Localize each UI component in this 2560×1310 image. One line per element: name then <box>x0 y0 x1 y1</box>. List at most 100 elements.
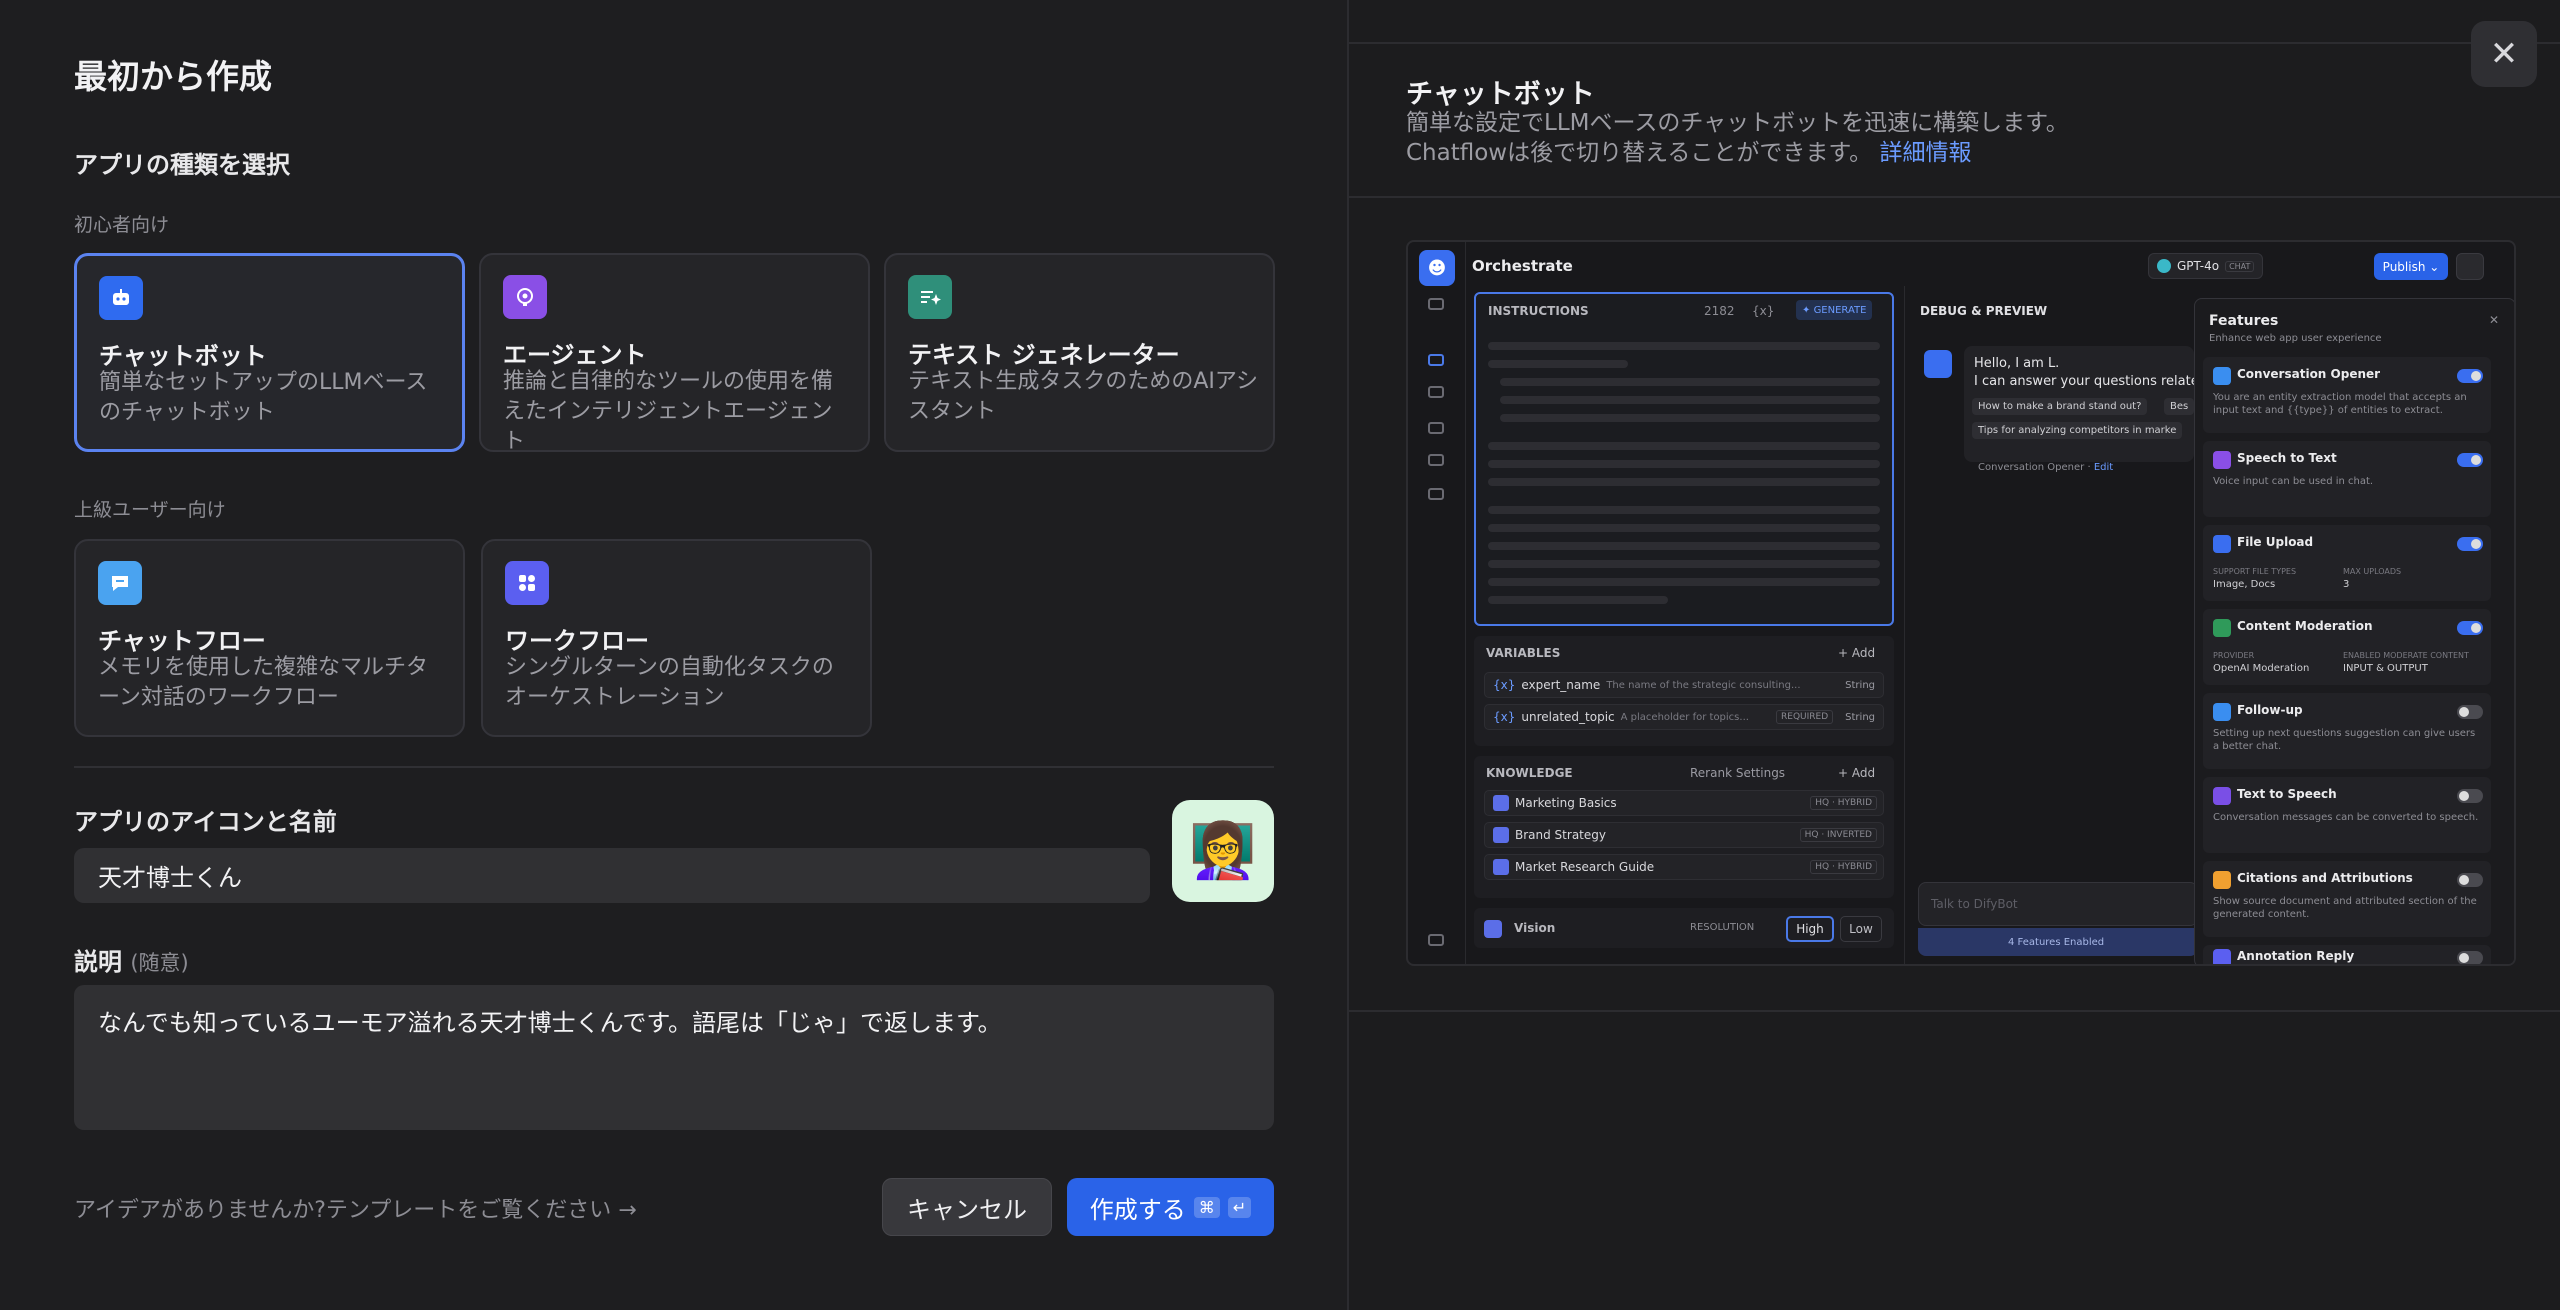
instructions-box: INSTRUCTIONS 2182 {x} ✦ GENERATE <box>1474 292 1894 626</box>
features-panel: Features Enhance web app user experience… <box>2194 298 2514 964</box>
instructions-label: INSTRUCTIONS <box>1488 304 1589 318</box>
divider <box>1349 196 2560 198</box>
agent-icon <box>503 275 547 319</box>
app-type-card-text-generator[interactable]: テキスト ジェネレーター テキスト生成タスクのためのAIアシスタント <box>884 253 1275 452</box>
app-type-card-chatbot[interactable]: チャットボット 簡単なセットアップのLLMベースのチャットボット <box>74 253 465 452</box>
app-type-card-chatflow[interactable]: チャットフロー メモリを使用した複雑なマルチターン対話のワークフロー <box>74 539 465 737</box>
knowledge-label: KNOWLEDGE <box>1486 766 1573 780</box>
instructions-variable: {x} <box>1752 304 1775 318</box>
description-textarea[interactable]: なんでも知っているユーモア溢れる天才博士くんです。語尾は「じゃ」で返します。 <box>74 985 1274 1130</box>
conversation-opener-note: Conversation Opener · Edit <box>1978 462 2114 473</box>
app-type-card-agent[interactable]: エージェント 推論と自律的なツールの使用を備えたインテリジェントエージェント <box>479 253 870 454</box>
feature-follow-up: Follow-up Setting up next questions sugg… <box>2203 693 2491 769</box>
knowledge-row: Marketing Basics HQ · HYBRID <box>1484 790 1884 816</box>
cancel-button[interactable]: キャンセル <box>882 1178 1052 1236</box>
close-icon: ✕ <box>2489 34 2519 74</box>
knowledge-add: + Add <box>1838 766 1876 780</box>
close-button[interactable]: ✕ <box>2471 21 2537 87</box>
card-name: チャットフロー <box>98 627 266 655</box>
vision-panel: Vision RESOLUTION High Low <box>1474 908 1894 948</box>
cmd-key: ⌘ <box>1193 1196 1220 1218</box>
suggestion-chip: Tips for analyzing competitors in marke <box>1972 422 2183 439</box>
resolution-high: High <box>1786 916 1834 942</box>
sidebar-icon <box>1428 354 1444 366</box>
generate-label: GENERATE <box>1813 304 1867 316</box>
suggestion-chip: Bes <box>2164 398 2195 415</box>
bot-avatar-icon <box>1924 350 1952 378</box>
model-name: GPT-4o <box>2177 259 2220 273</box>
features-subtitle: Enhance web app user experience <box>2209 333 2382 344</box>
divider <box>74 766 1274 768</box>
variable-row: {x} expert_name The name of the strategic … <box>1484 672 1884 698</box>
card-desc: 推論と自律的なツールの使用を備えたインテリジェントエージェント <box>503 369 834 454</box>
resolution-low: Low <box>1840 916 1882 942</box>
sidebar-icon <box>1428 422 1444 434</box>
generate-button: ✦ GENERATE <box>1796 300 1873 320</box>
chat-line: Hello, I am L. <box>1974 356 2060 371</box>
rerank-settings: Rerank Settings <box>1690 766 1786 780</box>
app-avatar-button[interactable]: 👩‍🏫 <box>1172 800 1274 902</box>
knowledge-row: Market Research Guide HQ · HYBRID <box>1484 854 1884 880</box>
create-button[interactable]: 作成する ⌘ ↵ <box>1067 1178 1274 1236</box>
vision-label: Vision <box>1514 921 1556 935</box>
workflow-icon <box>505 561 549 605</box>
card-desc: メモリを使用した複雑なマルチターン対話のワークフロー <box>98 655 429 710</box>
resolution-label: RESOLUTION <box>1690 922 1755 933</box>
feature-speech-to-text: Speech to Text Voice input can be used i… <box>2203 441 2491 517</box>
learn-more-link[interactable]: 詳細情報 <box>1879 140 1971 166</box>
enter-key: ↵ <box>1227 1196 1252 1218</box>
suggestion-chip: How to make a brand stand out? <box>1972 398 2148 415</box>
description-label-text: 説明 <box>74 948 122 976</box>
variables-add: + Add <box>1838 646 1876 660</box>
knowledge-panel: KNOWLEDGE Rerank Settings + Add Marketin… <box>1474 756 1894 898</box>
features-title: Features <box>2209 313 2279 329</box>
variable-row: {x} unrelated_topic A placeholder for topi… <box>1484 704 1884 730</box>
preview-sidebar: ☻ <box>1408 242 1466 964</box>
orchestrate-title: Orchestrate <box>1472 257 1573 275</box>
history-icon <box>2456 253 2484 280</box>
publish-label: Publish <box>2382 259 2426 274</box>
sidebar-icon <box>1428 934 1444 946</box>
preview-description: 簡単な設定でLLMベースのチャットボットを迅速に構築します。 Chatflowは… <box>1406 108 2166 168</box>
instructions-count: 2182 <box>1704 304 1735 318</box>
app-name-value: 天才博士くん <box>98 864 242 892</box>
preview-desc-line2: Chatflowは後で切り替えることができます。 <box>1406 140 1873 166</box>
card-desc: シングルターンの自動化タスクのオーケストレーション <box>505 655 834 710</box>
template-link[interactable]: アイデアがありませんか?テンプレートをご覧ください → <box>74 1192 637 1224</box>
sidebar-icon <box>1428 454 1444 466</box>
preview-title: チャットボット <box>1406 79 1595 110</box>
preview-desc-line1: 簡単な設定でLLMベースのチャットボットを迅速に構築します。 <box>1406 110 2069 136</box>
sidebar-icon <box>1428 298 1444 310</box>
create-label: 作成する <box>1089 1195 1186 1224</box>
chatbot-icon <box>99 276 143 320</box>
card-name: エージェント <box>503 341 647 369</box>
eye-icon <box>1484 920 1502 938</box>
feature-citations: Citations and Attributions Show source d… <box>2203 861 2491 937</box>
publish-button: Publish ⌄ <box>2374 253 2448 280</box>
sidebar-icon <box>1428 386 1444 398</box>
description-optional: (随意) <box>130 951 189 975</box>
sidebar-icon <box>1428 488 1444 500</box>
model-selector: GPT-4o CHAT <box>2148 253 2264 279</box>
chat-line: I can answer your questions related <box>1974 374 2207 389</box>
icon-name-label: アプリのアイコンと名前 <box>74 808 337 836</box>
debug-label: DEBUG & PREVIEW <box>1920 304 2048 318</box>
divider <box>1349 42 2560 44</box>
app-type-heading: アプリの種類を選択 <box>74 151 290 179</box>
knowledge-row: Brand Strategy HQ · INVERTED <box>1484 822 1884 848</box>
app-name-input[interactable]: 天才博士くん <box>74 848 1150 903</box>
feature-file-upload: File Upload SUPPORT FILE TYPES Image, Do… <box>2203 525 2491 601</box>
beginner-label: 初心者向け <box>74 214 170 236</box>
chat-input: Talk to DifyBot <box>1918 882 2198 926</box>
description-label: 説明 (随意) <box>74 942 189 977</box>
card-name: ワークフロー <box>505 627 649 655</box>
chat-bubble: Hello, I am L. I can answer your questio… <box>1964 346 2207 462</box>
chat-input-placeholder: Talk to DifyBot <box>1931 897 2018 911</box>
feature-content-moderation: Content Moderation PROVIDER OpenAI Moder… <box>2203 609 2491 685</box>
card-name: チャットボット <box>99 342 267 370</box>
description-value: なんでも知っているユーモア溢れる天才博士くんです。語尾は「じゃ」で返します。 <box>98 1009 1002 1037</box>
dialog-title: 最初から作成 <box>74 57 272 96</box>
advanced-label: 上級ユーザー向け <box>74 499 226 521</box>
divider <box>1349 1010 2560 1012</box>
app-type-card-workflow[interactable]: ワークフロー シングルターンの自動化タスクのオーケストレーション <box>481 539 872 737</box>
